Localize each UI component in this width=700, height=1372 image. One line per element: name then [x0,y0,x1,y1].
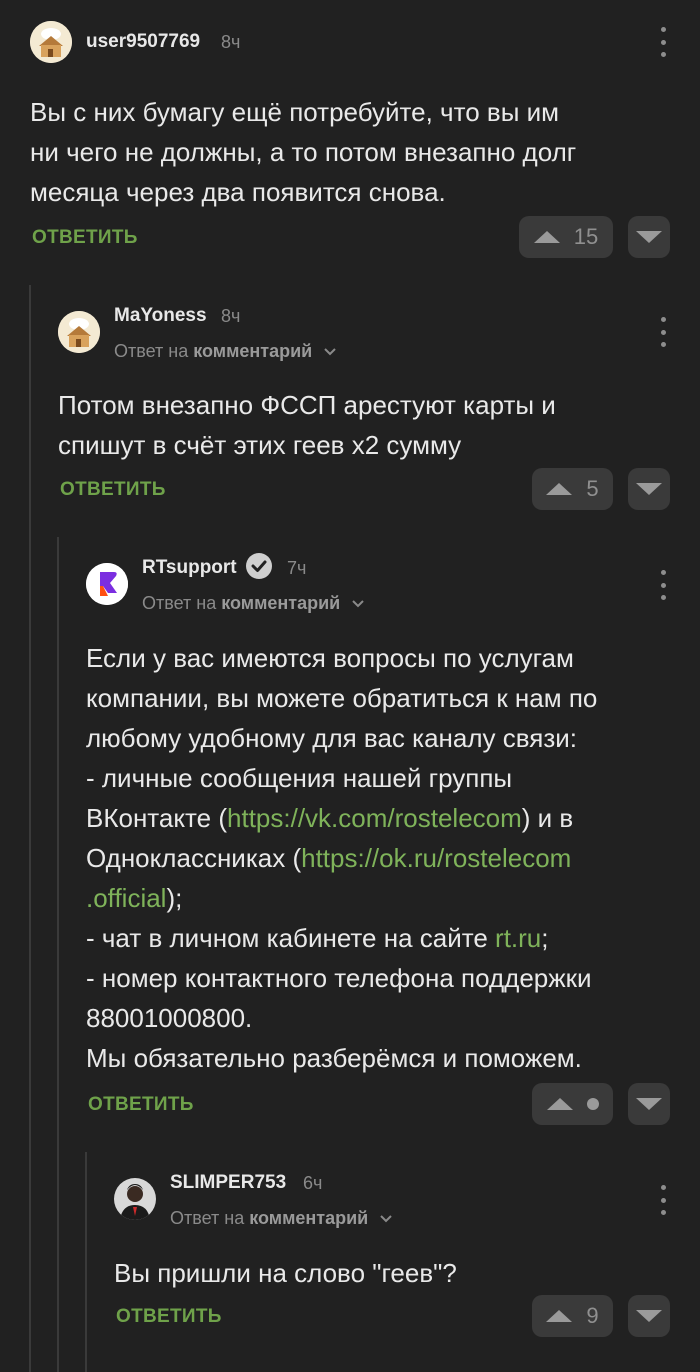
downvote-button[interactable] [628,216,670,258]
comment: SLIMPER753 6ч Ответ на комментарий Вы пр… [0,1158,700,1372]
rating-count: 15 [573,224,599,249]
comment-text: Потом внезапно ФССП арестуют карты и спи… [58,390,556,460]
comment-text: Если у вас имеются вопросы по услугам ко… [86,643,598,1073]
avatar[interactable] [114,1178,156,1220]
downvote-button[interactable] [628,468,670,510]
ok-link[interactable]: https://ok.ru/rostelecom [301,843,571,873]
reply-button[interactable]: ОТВЕТИТЬ [116,1306,222,1328]
triangle-up-icon [546,1310,573,1322]
comment-username[interactable]: RTsupport [142,557,237,579]
comment: user9507769 8ч Вы с них бумагу ещё потре… [0,0,700,280]
reply-button[interactable]: ОТВЕТИТЬ [88,1094,194,1116]
more-menu-button[interactable] [653,570,673,600]
house-avatar-icon [30,21,72,63]
chevron-down-icon [324,348,336,356]
triangle-down-icon [636,231,662,243]
reply-button[interactable]: ОТВЕТИТЬ [32,227,138,249]
rating-count: 9 [586,1303,599,1328]
upvote-button[interactable] [532,1083,613,1125]
more-menu-button[interactable] [653,317,673,347]
triangle-down-icon [636,1310,662,1322]
downvote-button[interactable] [628,1083,670,1125]
vk-link[interactable]: https://vk.com/rostelecom [227,803,522,833]
upvote-button[interactable]: 9 [532,1295,613,1337]
vertical-dots-icon [660,1185,666,1190]
triangle-up-icon [533,231,560,243]
rt-link[interactable]: rt.ru [495,923,541,953]
rostelecom-logo-icon [86,563,128,605]
chevron-down-icon [352,600,364,608]
comment-time: 6ч [303,1173,323,1193]
hidden-rating-dot [586,1098,599,1110]
rating-count: 5 [586,476,599,501]
check-badge-icon [246,553,272,579]
triangle-down-icon [636,483,662,495]
comment: MaYoness 8ч Ответ на комментарий Потом в… [0,290,700,530]
comment-username[interactable]: MaYoness [114,305,207,327]
more-menu-button[interactable] [653,1185,673,1215]
triangle-up-icon [546,1098,573,1110]
comment: RTsupport 7ч Ответ на комментарий Если у… [0,543,700,1143]
reply-to-link[interactable]: Ответ на комментарий [170,1208,393,1229]
avatar[interactable] [30,21,72,63]
house-avatar-icon [58,311,100,353]
vertical-dots-icon [660,27,666,32]
comment-time: 7ч [287,558,307,578]
comment-time: 8ч [221,32,241,52]
more-menu-button[interactable] [653,27,673,57]
vertical-dots-icon [660,317,666,322]
comment-text: Вы пришли на слово "геев"? [114,1258,457,1288]
reply-button[interactable]: ОТВЕТИТЬ [60,479,166,501]
downvote-button[interactable] [628,1295,670,1337]
avatar[interactable] [58,311,100,353]
comment-text: Вы с них бумагу ещё потребуйте, что вы и… [30,97,577,207]
reply-to-link[interactable]: Ответ на комментарий [142,593,365,614]
comment-time: 8ч [221,306,241,326]
chevron-down-icon [380,1215,392,1223]
person-avatar-icon [114,1178,156,1220]
triangle-down-icon [636,1098,662,1110]
upvote-button[interactable]: 15 [519,216,613,258]
comment-username[interactable]: user9507769 [86,31,200,53]
vertical-dots-icon [660,570,666,575]
reply-to-link[interactable]: Ответ на комментарий [114,341,337,362]
avatar[interactable] [86,563,128,605]
triangle-up-icon [546,483,573,495]
comment-username[interactable]: SLIMPER753 [170,1172,286,1194]
ok-link-continued[interactable]: .official [86,883,166,913]
upvote-button[interactable]: 5 [532,468,613,510]
